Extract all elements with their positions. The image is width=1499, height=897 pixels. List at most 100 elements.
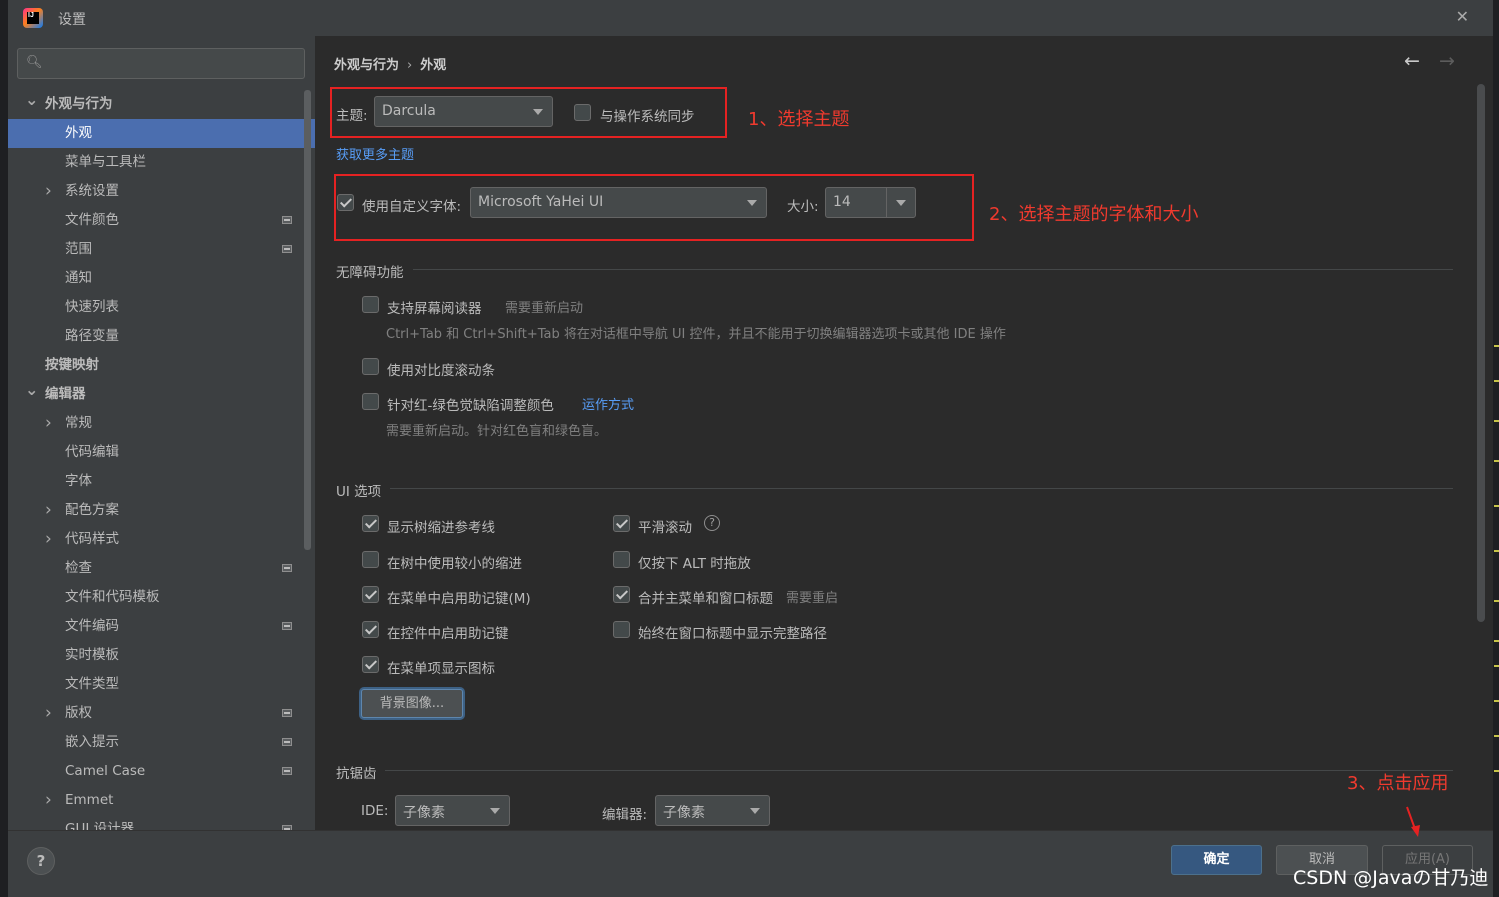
tree-indent-guides-label: 显示树缩进参考线 bbox=[387, 520, 495, 536]
restart-required-hint: 需要重新启动 bbox=[505, 301, 584, 316]
section-divider bbox=[385, 770, 1453, 771]
sidebar-item[interactable]: › 配色方案 bbox=[8, 496, 315, 525]
chevron-down-icon[interactable]: ⌄ bbox=[25, 375, 38, 404]
project-level-icon bbox=[282, 738, 292, 746]
sidebar-item-label: 文件颜色 bbox=[65, 212, 119, 228]
sidebar-item[interactable]: 文件编码 bbox=[8, 612, 315, 641]
back-arrow-icon[interactable]: ← bbox=[1404, 50, 1420, 72]
search-icon: 🔍︎ bbox=[26, 55, 43, 70]
alt-drag-label: 仅按下 ALT 时拖放 bbox=[638, 556, 751, 572]
how-it-works-link[interactable]: 运作方式 bbox=[582, 394, 634, 413]
small-tree-indent-checkbox[interactable] bbox=[362, 551, 379, 568]
menu-icons-label: 在菜单项显示图标 bbox=[387, 661, 495, 677]
background-window-edge bbox=[0, 0, 8, 897]
sidebar-item[interactable]: 范围 bbox=[8, 235, 315, 264]
sidebar-item-label: 按键映射 bbox=[45, 357, 99, 373]
chevron-down-icon bbox=[490, 808, 500, 814]
sidebar-item[interactable]: 嵌入提示 bbox=[8, 728, 315, 757]
title-bar: IJ 设置 ✕ bbox=[8, 0, 1493, 36]
color-deficiency-description: 需要重新启动。针对红色盲和绿色盲。 bbox=[386, 424, 608, 439]
sidebar-item[interactable]: 文件类型 bbox=[8, 670, 315, 699]
menu-icons-checkbox[interactable] bbox=[362, 656, 379, 673]
smooth-scrolling-checkbox[interactable] bbox=[613, 515, 630, 532]
chevron-right-icon[interactable]: › bbox=[45, 525, 52, 554]
smooth-scrolling-label: 平滑滚动 bbox=[638, 520, 692, 536]
sidebar-item[interactable]: 按键映射 bbox=[8, 351, 315, 380]
sidebar-item[interactable]: 代码编辑 bbox=[8, 438, 315, 467]
breadcrumb-current: 外观 bbox=[420, 58, 447, 73]
sidebar-item[interactable]: › 版权 bbox=[8, 699, 315, 728]
window-title: 设置 bbox=[58, 12, 86, 28]
merge-menu-title-checkbox[interactable] bbox=[613, 586, 630, 603]
annotation-box-theme bbox=[330, 87, 727, 138]
chevron-right-icon[interactable]: › bbox=[45, 786, 52, 815]
sidebar-item[interactable]: 菜单与工具栏 bbox=[8, 148, 315, 177]
color-deficiency-checkbox[interactable] bbox=[362, 393, 379, 410]
restart-hint: 需要重启 bbox=[786, 591, 839, 606]
menu-mnemonics-label: 在菜单中启用助记键(M) bbox=[387, 591, 531, 607]
editor-antialiasing-select[interactable]: 子像素 bbox=[655, 795, 770, 826]
ide-antialiasing-select[interactable]: 子像素 bbox=[395, 795, 510, 826]
project-level-icon bbox=[282, 564, 292, 572]
forward-arrow-icon[interactable]: → bbox=[1439, 50, 1455, 72]
sidebar-item[interactable]: GUI 设计器 bbox=[8, 815, 315, 830]
chevron-down-icon bbox=[750, 808, 760, 814]
watermark: CSDN @Javaの甘乃迪 bbox=[1293, 867, 1489, 889]
sidebar-item[interactable]: 路径变量 bbox=[8, 322, 315, 351]
sidebar-item-label: 路径变量 bbox=[65, 328, 119, 344]
sidebar-item[interactable]: › 系统设置 bbox=[8, 177, 315, 206]
ok-button[interactable]: 确定 bbox=[1171, 845, 1262, 875]
help-icon[interactable]: ? bbox=[704, 515, 720, 531]
control-mnemonics-checkbox[interactable] bbox=[362, 621, 379, 638]
settings-sidebar: 🔍︎ ⌄ 外观与行为 外观菜单与工具栏 › 系统设置文件颜色范围 通知 快速列表路径变量按键… bbox=[8, 36, 315, 830]
sidebar-item-label: 实时模板 bbox=[65, 647, 119, 663]
chevron-right-icon[interactable]: › bbox=[45, 177, 52, 206]
sidebar-item[interactable]: › 常规 bbox=[8, 409, 315, 438]
sidebar-item[interactable]: 外观 bbox=[8, 119, 315, 148]
breadcrumb-separator: › bbox=[407, 58, 413, 73]
content-scrollbar[interactable] bbox=[1477, 84, 1485, 622]
sidebar-item[interactable]: ⌄ 外观与行为 bbox=[8, 90, 315, 119]
sidebar-item[interactable]: 通知 bbox=[8, 264, 315, 293]
sidebar-item[interactable]: 文件颜色 bbox=[8, 206, 315, 235]
sidebar-item-label: Camel Case bbox=[65, 763, 146, 779]
sidebar-item[interactable]: › 代码样式 bbox=[8, 525, 315, 554]
sidebar-item-label: 配色方案 bbox=[65, 502, 119, 518]
chevron-down-icon[interactable]: ⌄ bbox=[25, 85, 38, 114]
alt-drag-checkbox[interactable] bbox=[613, 551, 630, 568]
chevron-right-icon[interactable]: › bbox=[45, 409, 52, 438]
background-editor-edge bbox=[1493, 0, 1499, 897]
sidebar-item-label: 代码样式 bbox=[65, 531, 119, 547]
merge-menu-title-label: 合并主菜单和窗口标题 bbox=[638, 591, 773, 607]
sidebar-item[interactable]: 检查 bbox=[8, 554, 315, 583]
breadcrumb-parent[interactable]: 外观与行为 bbox=[334, 58, 399, 73]
settings-search-input[interactable]: 🔍︎ bbox=[17, 48, 305, 79]
sidebar-item[interactable]: 文件和代码模板 bbox=[8, 583, 315, 612]
sidebar-item-label: 字体 bbox=[65, 473, 92, 489]
full-path-title-checkbox[interactable] bbox=[613, 621, 630, 638]
get-more-themes-link[interactable]: 获取更多主题 bbox=[336, 144, 414, 163]
sidebar-item-label: GUI 设计器 bbox=[65, 821, 135, 830]
chevron-right-icon[interactable]: › bbox=[45, 496, 52, 525]
full-path-title-label: 始终在窗口标题中显示完整路径 bbox=[638, 626, 827, 642]
sidebar-item[interactable]: Camel Case bbox=[8, 757, 315, 786]
chevron-right-icon[interactable]: › bbox=[45, 699, 52, 728]
screen-reader-checkbox[interactable] bbox=[362, 296, 379, 313]
sidebar-item[interactable]: › Emmet bbox=[8, 786, 315, 815]
sidebar-scrollbar[interactable] bbox=[304, 90, 311, 550]
tree-indent-guides-checkbox[interactable] bbox=[362, 515, 379, 532]
sidebar-item-label: 菜单与工具栏 bbox=[65, 154, 146, 170]
sidebar-item[interactable]: ⌄ 编辑器 bbox=[8, 380, 315, 409]
sidebar-item[interactable]: 实时模板 bbox=[8, 641, 315, 670]
sidebar-item[interactable]: 字体 bbox=[8, 467, 315, 496]
section-divider bbox=[390, 488, 1453, 489]
close-icon[interactable]: ✕ bbox=[1456, 7, 1469, 26]
menu-mnemonics-checkbox[interactable] bbox=[362, 586, 379, 603]
contrast-scrollbars-checkbox[interactable] bbox=[362, 358, 379, 375]
small-tree-indent-label: 在树中使用较小的缩进 bbox=[387, 556, 522, 572]
help-button[interactable]: ? bbox=[27, 847, 55, 875]
screen-reader-description: Ctrl+Tab 和 Ctrl+Shift+Tab 将在对话框中导航 UI 控件… bbox=[386, 327, 1006, 342]
sidebar-item[interactable]: 快速列表 bbox=[8, 293, 315, 322]
sidebar-item-label: 常规 bbox=[65, 415, 92, 431]
background-image-button[interactable]: 背景图像... bbox=[361, 689, 463, 718]
